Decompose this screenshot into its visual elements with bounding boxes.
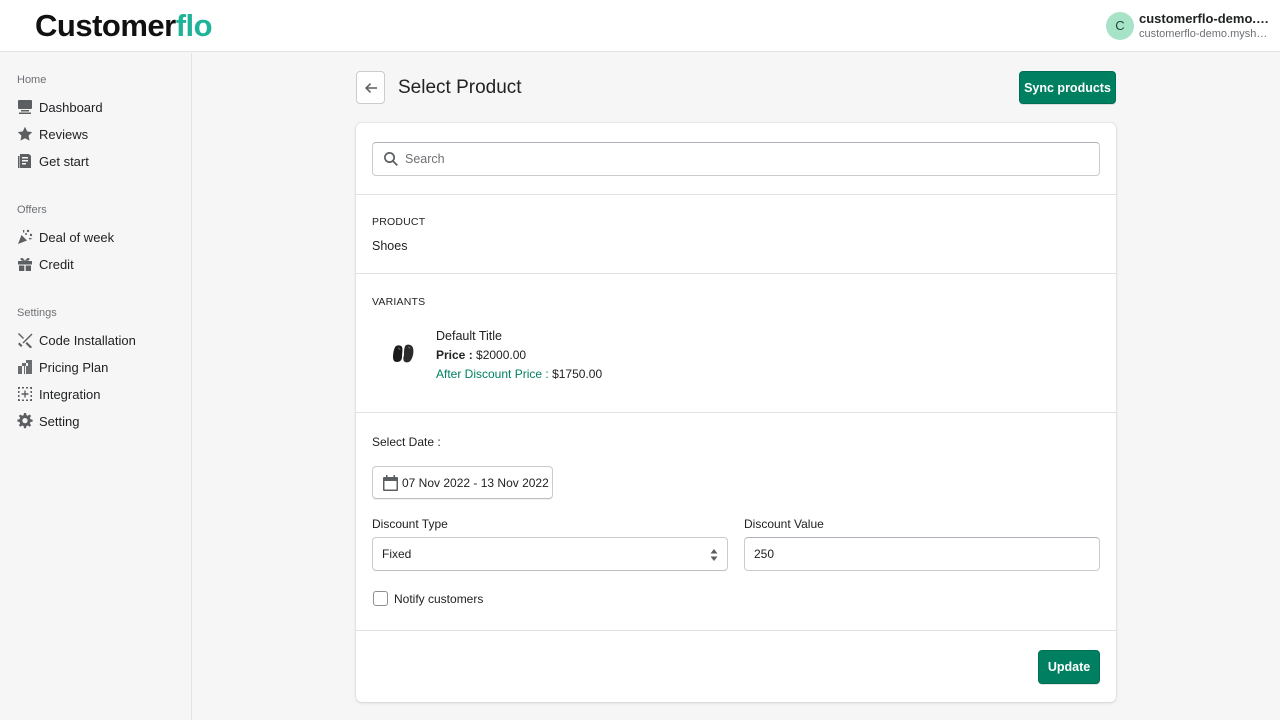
- price-value: $2000.00: [476, 348, 527, 362]
- top-bar: Customerflo C customerflo-demo.mys... cu…: [0, 0, 1280, 52]
- user-name: customerflo-demo.mys...: [1139, 11, 1273, 26]
- sidebar-item-dashboard[interactable]: Dashboard: [16, 96, 186, 118]
- shoe-image: [393, 344, 414, 363]
- variant-discount-price: After Discount Price : $1750.00: [436, 367, 602, 381]
- sidebar-section-offers: Offers: [17, 204, 47, 216]
- discount-price-value: $1750.00: [552, 367, 603, 381]
- divider: [356, 412, 1116, 413]
- divider: [356, 273, 1116, 274]
- search-input[interactable]: [405, 143, 1095, 175]
- user-menu[interactable]: C customerflo-demo.mys... customerflo-de…: [1106, 10, 1276, 44]
- sidebar-item-label: Pricing Plan: [39, 359, 109, 375]
- gift-icon: [16, 256, 33, 273]
- back-button[interactable]: [356, 71, 385, 104]
- sidebar-item-label: Deal of week: [39, 229, 115, 245]
- sidebar: Home Dashboard Reviews Get start Offers …: [0, 53, 192, 720]
- product-name: Shoes: [372, 239, 408, 253]
- app-logo[interactable]: Customerflo: [35, 8, 213, 44]
- divider: [356, 630, 1116, 631]
- price-label: Price :: [436, 348, 473, 362]
- discount-type-select[interactable]: Fixed: [372, 537, 728, 571]
- sidebar-item-label: Dashboard: [39, 99, 103, 115]
- gear-icon: [16, 413, 33, 430]
- variant-price: Price : $2000.00: [436, 348, 526, 362]
- arrow-left-icon: [364, 82, 377, 93]
- variant-thumbnail: [392, 343, 416, 365]
- sidebar-section-settings: Settings: [17, 307, 57, 319]
- sidebar-item-setting[interactable]: Setting: [16, 410, 186, 432]
- update-button[interactable]: Update: [1038, 650, 1100, 684]
- product-section-label: PRODUCT: [372, 216, 426, 228]
- page-title: Select Product: [398, 77, 522, 98]
- user-shop-domain: customerflo-demo.myshopif...: [1139, 28, 1273, 40]
- pricing-icon: [16, 359, 33, 376]
- sidebar-section-home: Home: [17, 74, 47, 86]
- discount-value-label: Discount Value: [744, 517, 824, 531]
- date-range-button[interactable]: 07 Nov 2022 - 13 Nov 2022: [372, 466, 553, 499]
- notify-customers-label[interactable]: Notify customers: [394, 592, 483, 606]
- variants-section-label: VARIANTS: [372, 296, 426, 308]
- avatar: C: [1106, 12, 1134, 40]
- confetti-icon: [16, 229, 33, 246]
- sidebar-item-get-start[interactable]: Get start: [16, 150, 186, 172]
- select-arrows-icon: [710, 549, 718, 561]
- discount-value-input[interactable]: [754, 538, 1084, 570]
- select-date-label: Select Date :: [372, 435, 441, 449]
- sidebar-item-label: Setting: [39, 413, 80, 429]
- integration-icon: [16, 386, 33, 403]
- discount-type-label: Discount Type: [372, 517, 448, 531]
- tools-icon: [16, 332, 33, 349]
- discount-price-label: After Discount Price :: [436, 367, 549, 381]
- sidebar-item-credit[interactable]: Credit: [16, 253, 186, 275]
- sidebar-item-pricing-plan[interactable]: Pricing Plan: [16, 356, 186, 378]
- sidebar-item-label: Reviews: [39, 126, 89, 142]
- logo-text-customer: Customer: [35, 8, 176, 43]
- date-range-value: 07 Nov 2022 - 13 Nov 2022: [402, 475, 549, 490]
- sidebar-item-deal-of-week[interactable]: Deal of week: [16, 226, 186, 248]
- divider: [356, 194, 1116, 195]
- sidebar-item-label: Code Installation: [39, 332, 136, 348]
- logo-text-flo: flo: [175, 8, 213, 43]
- sidebar-item-integration[interactable]: Integration: [16, 383, 186, 405]
- search-field[interactable]: [372, 142, 1100, 176]
- notify-customers-checkbox[interactable]: [373, 591, 388, 606]
- sync-products-button[interactable]: Sync products: [1019, 71, 1116, 104]
- sidebar-item-code-installation[interactable]: Code Installation: [16, 329, 186, 351]
- variant-title: Default Title: [436, 329, 503, 343]
- sidebar-item-label: Integration: [39, 386, 101, 402]
- discount-value-field[interactable]: [744, 537, 1100, 571]
- star-icon: [16, 126, 33, 143]
- document-icon: [16, 153, 33, 170]
- search-icon: [384, 152, 398, 166]
- calendar-icon: [383, 474, 398, 491]
- discount-type-value: Fixed: [382, 547, 412, 561]
- select-product-card: PRODUCT Shoes VARIANTS Default Title Pri…: [356, 123, 1116, 702]
- dashboard-icon: [16, 99, 33, 116]
- sidebar-item-label: Get start: [39, 153, 89, 169]
- sidebar-item-label: Credit: [39, 256, 74, 272]
- sidebar-item-reviews[interactable]: Reviews: [16, 123, 186, 145]
